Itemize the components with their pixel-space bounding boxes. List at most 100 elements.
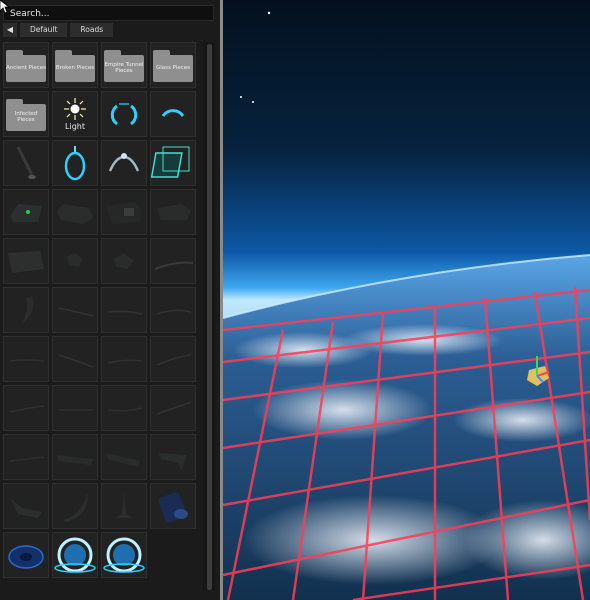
light-label: Light [65, 122, 85, 131]
asset-dark-block-green[interactable] [3, 189, 49, 235]
asset-dark-cluster[interactable] [52, 238, 98, 284]
asset-dark-block[interactable] [52, 189, 98, 235]
folder-icon: Empire Tunnel Pieces [104, 49, 144, 82]
asset-dark-curve[interactable] [52, 483, 98, 529]
asset-thin-line-10[interactable] [101, 385, 147, 431]
light-item[interactable]: Light [52, 91, 98, 137]
asset-thin-line-4[interactable] [3, 336, 49, 382]
arc-piece-icon [161, 109, 185, 117]
asset-thin-line-2[interactable] [101, 287, 147, 333]
thin-line-icon [9, 359, 45, 362]
asset-thin-line-9[interactable] [52, 385, 98, 431]
ring-piece-icon [110, 103, 138, 126]
folder-broken-pieces[interactable]: Broken Pieces [52, 42, 98, 88]
dark-anchor-icon [116, 492, 132, 518]
asset-thin-line-6[interactable] [101, 336, 147, 382]
folder-empire-tunnel-pieces[interactable]: Empire Tunnel Pieces [101, 42, 147, 88]
asset-dark-rail[interactable] [52, 434, 98, 480]
thin-line-icon [58, 354, 94, 368]
asset-dark-rail-2[interactable] [101, 434, 147, 480]
thin-line-icon [59, 409, 93, 411]
dark-rail-icon [57, 455, 93, 465]
dark-hook-icon [159, 453, 187, 471]
blue-disc-icon [8, 545, 44, 569]
search-input[interactable]: Search... [3, 5, 214, 21]
asset-dark-hook[interactable] [150, 434, 196, 480]
asset-grid: Ancient Pieces Broken Pieces Empire Tunn… [3, 42, 199, 578]
scrollbar-thumb[interactable] [207, 44, 212, 590]
asset-ring-hanger[interactable] [52, 140, 98, 186]
thin-line-icon [9, 456, 45, 462]
curved-blade-icon [22, 296, 34, 324]
asset-glowing-portal[interactable] [52, 532, 98, 578]
asset-dark-slab[interactable] [150, 189, 196, 235]
scene-render [223, 0, 590, 600]
asset-thin-line-11[interactable] [150, 385, 196, 431]
asset-thin-line-5[interactable] [52, 336, 98, 382]
glowing-ring-icon [103, 537, 145, 573]
dark-machine-icon [106, 202, 142, 224]
blue-canister-icon [158, 492, 188, 523]
asset-thin-line-12[interactable] [3, 434, 49, 480]
dark-block-icon [57, 204, 93, 224]
folder-glass-pieces[interactable]: Glass Pieces [150, 42, 196, 88]
asset-blue-disc[interactable] [3, 532, 49, 578]
thin-line-icon [156, 354, 192, 366]
asset-dark-crate[interactable] [3, 238, 49, 284]
asset-thin-line-1[interactable] [52, 287, 98, 333]
lamp-post-icon [16, 146, 36, 179]
dark-bend-icon [10, 498, 42, 518]
folder-icon: Infected Pieces [6, 98, 46, 131]
asset-palette-panel: Search... ◀ Default Roads Ancient Pieces… [0, 0, 220, 600]
folder-label: Ancient Pieces [6, 65, 46, 71]
breadcrumb: ◀ Default Roads [3, 23, 114, 37]
folder-icon: Glass Pieces [153, 49, 193, 82]
thin-line-icon [9, 405, 45, 413]
folder-label: Glass Pieces [155, 65, 191, 71]
thin-line-icon [156, 309, 192, 315]
asset-dark-anchor[interactable] [101, 483, 147, 529]
folder-icon: Broken Pieces [55, 49, 95, 82]
asset-dark-cluster-2[interactable] [101, 238, 147, 284]
back-arrow-icon[interactable]: ◀ [3, 23, 17, 37]
asset-thin-line-8[interactable] [3, 385, 49, 431]
thin-line-icon [156, 401, 192, 415]
asset-glass-frame[interactable] [150, 140, 196, 186]
asset-arc-piece[interactable] [150, 91, 196, 137]
dark-crate-icon [8, 251, 44, 273]
scene-viewport[interactable] [223, 0, 590, 600]
thin-beam-icon [154, 261, 194, 270]
folder-ancient-pieces[interactable]: Ancient Pieces [3, 42, 49, 88]
breadcrumb-roads[interactable]: Roads [70, 23, 114, 37]
folder-label: Empire Tunnel Pieces [104, 62, 144, 74]
thin-line-icon [58, 307, 94, 317]
asset-thin-line-7[interactable] [150, 336, 196, 382]
asset-lamp-post[interactable] [3, 140, 49, 186]
dark-cluster-icon [67, 253, 83, 267]
dark-curve-icon [63, 492, 88, 522]
folder-label: Broken Pieces [55, 65, 95, 71]
folder-label: Infected Pieces [14, 111, 38, 123]
thin-line-icon [107, 310, 143, 315]
glass-frame-icon [151, 146, 190, 178]
asset-curved-blade[interactable] [3, 287, 49, 333]
asset-claw-piece[interactable] [101, 140, 147, 186]
thin-line-icon [107, 407, 143, 412]
dark-slab-icon [157, 204, 191, 220]
folder-infected-pieces[interactable]: Infected Pieces [3, 91, 49, 137]
dark-cluster-icon [114, 253, 134, 269]
breadcrumb-default[interactable]: Default [20, 23, 68, 37]
asset-ring-split[interactable] [101, 91, 147, 137]
ring-hanger-icon [64, 146, 86, 181]
claw-piece-icon [108, 153, 140, 172]
asset-dark-bend[interactable] [3, 483, 49, 529]
asset-thin-line-3[interactable] [150, 287, 196, 333]
folder-icon: Ancient Pieces [6, 49, 46, 82]
mouse-cursor-icon [0, 0, 10, 14]
glowing-ring-icon [54, 537, 96, 573]
asset-dark-machine[interactable] [101, 189, 147, 235]
dark-block-icon [10, 204, 42, 222]
asset-blue-canister[interactable] [150, 483, 196, 529]
asset-thin-beam[interactable] [150, 238, 196, 284]
asset-glowing-portal-2[interactable] [101, 532, 147, 578]
